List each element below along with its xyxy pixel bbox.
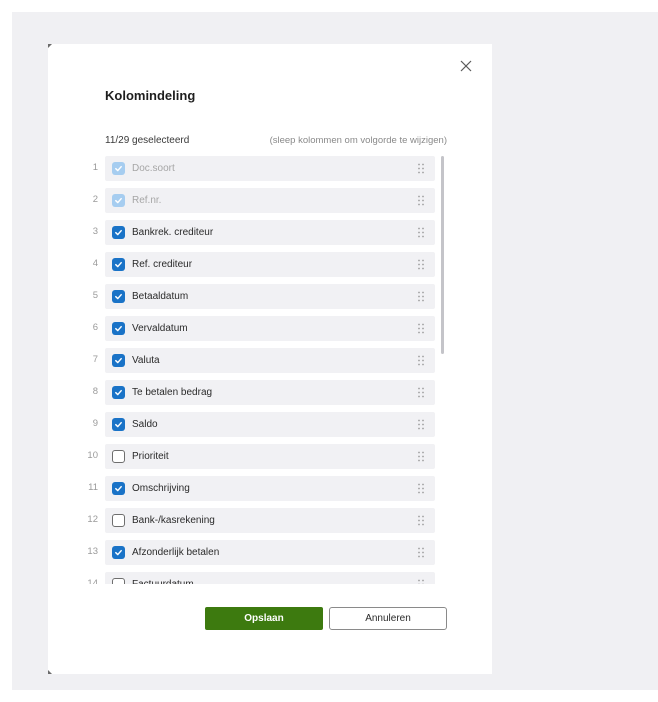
list-item: 12 Bank-/kasrekening bbox=[78, 508, 450, 540]
drag-handle-icon[interactable] bbox=[416, 259, 426, 271]
column-checkbox[interactable] bbox=[112, 386, 125, 399]
drag-handle-icon[interactable] bbox=[416, 355, 426, 367]
column-checkbox[interactable] bbox=[112, 482, 125, 495]
column-layout-dialog: Kolomindeling 11/29 geselecteerd (sleep … bbox=[48, 44, 492, 674]
row-number: 4 bbox=[92, 258, 98, 269]
reorder-hint: (sleep kolommen om volgorde te wijzigen) bbox=[269, 135, 447, 146]
cancel-button[interactable]: Annuleren bbox=[329, 607, 447, 630]
row-number: 10 bbox=[87, 450, 98, 461]
column-row[interactable]: Bankrek. crediteur bbox=[105, 220, 435, 245]
list-item: 2 Ref.nr. bbox=[78, 188, 450, 220]
list-item: 14 Factuurdatum bbox=[78, 572, 450, 584]
column-row[interactable]: Afzonderlijk betalen bbox=[105, 540, 435, 565]
column-checkbox[interactable] bbox=[112, 258, 125, 271]
drag-handle-icon[interactable] bbox=[416, 291, 426, 303]
column-row[interactable]: Bank-/kasrekening bbox=[105, 508, 435, 533]
column-label: Ref. crediteur bbox=[132, 259, 193, 270]
row-number: 2 bbox=[92, 194, 98, 205]
column-label: Doc.soort bbox=[132, 163, 175, 174]
save-button[interactable]: Opslaan bbox=[205, 607, 323, 630]
column-checkbox[interactable] bbox=[112, 546, 125, 559]
column-checkbox bbox=[112, 162, 125, 175]
column-checkbox[interactable] bbox=[112, 322, 125, 335]
drag-handle-icon[interactable] bbox=[416, 323, 426, 335]
column-checkbox[interactable] bbox=[112, 578, 125, 584]
column-checkbox[interactable] bbox=[112, 450, 125, 463]
resize-corner-top bbox=[48, 44, 52, 48]
column-row[interactable]: Ref.nr. bbox=[105, 188, 435, 213]
row-number: 11 bbox=[88, 482, 98, 493]
column-row[interactable]: Ref. crediteur bbox=[105, 252, 435, 277]
column-label: Bank-/kasrekening bbox=[132, 515, 215, 526]
column-checkbox[interactable] bbox=[112, 514, 125, 527]
column-row[interactable]: Vervaldatum bbox=[105, 316, 435, 341]
row-number: 14 bbox=[87, 578, 98, 584]
column-label: Betaaldatum bbox=[132, 291, 189, 302]
list-item: 10 Prioriteit bbox=[78, 444, 450, 476]
row-number: 9 bbox=[92, 418, 98, 429]
column-row[interactable]: Factuurdatum bbox=[105, 572, 435, 584]
column-label: Afzonderlijk betalen bbox=[132, 547, 220, 558]
close-icon[interactable] bbox=[458, 58, 474, 74]
column-label: Prioriteit bbox=[132, 451, 169, 462]
drag-handle-icon[interactable] bbox=[416, 547, 426, 559]
drag-handle-icon[interactable] bbox=[416, 579, 426, 584]
column-row[interactable]: Doc.soort bbox=[105, 156, 435, 181]
row-number: 6 bbox=[92, 322, 98, 333]
drag-handle-icon[interactable] bbox=[416, 227, 426, 239]
list-item: 13 Afzonderlijk betalen bbox=[78, 540, 450, 572]
column-row[interactable]: Omschrijving bbox=[105, 476, 435, 501]
column-checkbox[interactable] bbox=[112, 418, 125, 431]
list-item: 4 Ref. crediteur bbox=[78, 252, 450, 284]
row-number: 1 bbox=[92, 162, 98, 173]
row-number: 3 bbox=[92, 226, 98, 237]
drag-handle-icon[interactable] bbox=[416, 451, 426, 463]
column-label: Bankrek. crediteur bbox=[132, 227, 214, 238]
column-checkbox[interactable] bbox=[112, 354, 125, 367]
drag-handle-icon[interactable] bbox=[416, 419, 426, 431]
drag-handle-icon[interactable] bbox=[416, 483, 426, 495]
column-checkbox[interactable] bbox=[112, 290, 125, 303]
drag-handle-icon[interactable] bbox=[416, 195, 426, 207]
column-row[interactable]: Prioriteit bbox=[105, 444, 435, 469]
resize-corner-bottom bbox=[48, 670, 52, 674]
list-item: 9 Saldo bbox=[78, 412, 450, 444]
column-list[interactable]: 1 Doc.soort 2 Ref.nr. 3 Bankrek. crediteur 4 Re… bbox=[78, 156, 450, 584]
list-item: 3 Bankrek. crediteur bbox=[78, 220, 450, 252]
row-number: 8 bbox=[92, 386, 98, 397]
column-row[interactable]: Betaaldatum bbox=[105, 284, 435, 309]
row-number: 7 bbox=[92, 354, 98, 365]
scrollbar[interactable] bbox=[441, 156, 444, 584]
column-label: Te betalen bedrag bbox=[132, 387, 213, 398]
column-row[interactable]: Valuta bbox=[105, 348, 435, 373]
column-label: Ref.nr. bbox=[132, 195, 162, 206]
drag-handle-icon[interactable] bbox=[416, 515, 426, 527]
list-item: 1 Doc.soort bbox=[78, 156, 450, 188]
column-label: Factuurdatum bbox=[132, 579, 416, 584]
column-row[interactable]: Saldo bbox=[105, 412, 435, 437]
column-label: Valuta bbox=[132, 355, 160, 366]
scrollbar-thumb[interactable] bbox=[441, 156, 444, 354]
column-label: Saldo bbox=[132, 419, 158, 430]
list-item: 11 Omschrijving bbox=[78, 476, 450, 508]
selected-count: 11/29 geselecteerd bbox=[105, 135, 190, 146]
drag-handle-icon[interactable] bbox=[416, 163, 426, 175]
column-checkbox bbox=[112, 194, 125, 207]
list-item: 7 Valuta bbox=[78, 348, 450, 380]
drag-handle-icon[interactable] bbox=[416, 387, 426, 399]
list-item: 5 Betaaldatum bbox=[78, 284, 450, 316]
column-label: Omschrijving bbox=[132, 483, 190, 494]
dialog-title: Kolomindeling bbox=[105, 88, 196, 103]
column-row[interactable]: Te betalen bedrag bbox=[105, 380, 435, 405]
list-item: 8 Te betalen bedrag bbox=[78, 380, 450, 412]
row-number: 5 bbox=[92, 290, 98, 301]
list-item: 6 Vervaldatum bbox=[78, 316, 450, 348]
column-label: Vervaldatum bbox=[132, 323, 188, 334]
column-checkbox[interactable] bbox=[112, 226, 125, 239]
row-number: 13 bbox=[87, 546, 98, 557]
row-number: 12 bbox=[87, 514, 98, 525]
